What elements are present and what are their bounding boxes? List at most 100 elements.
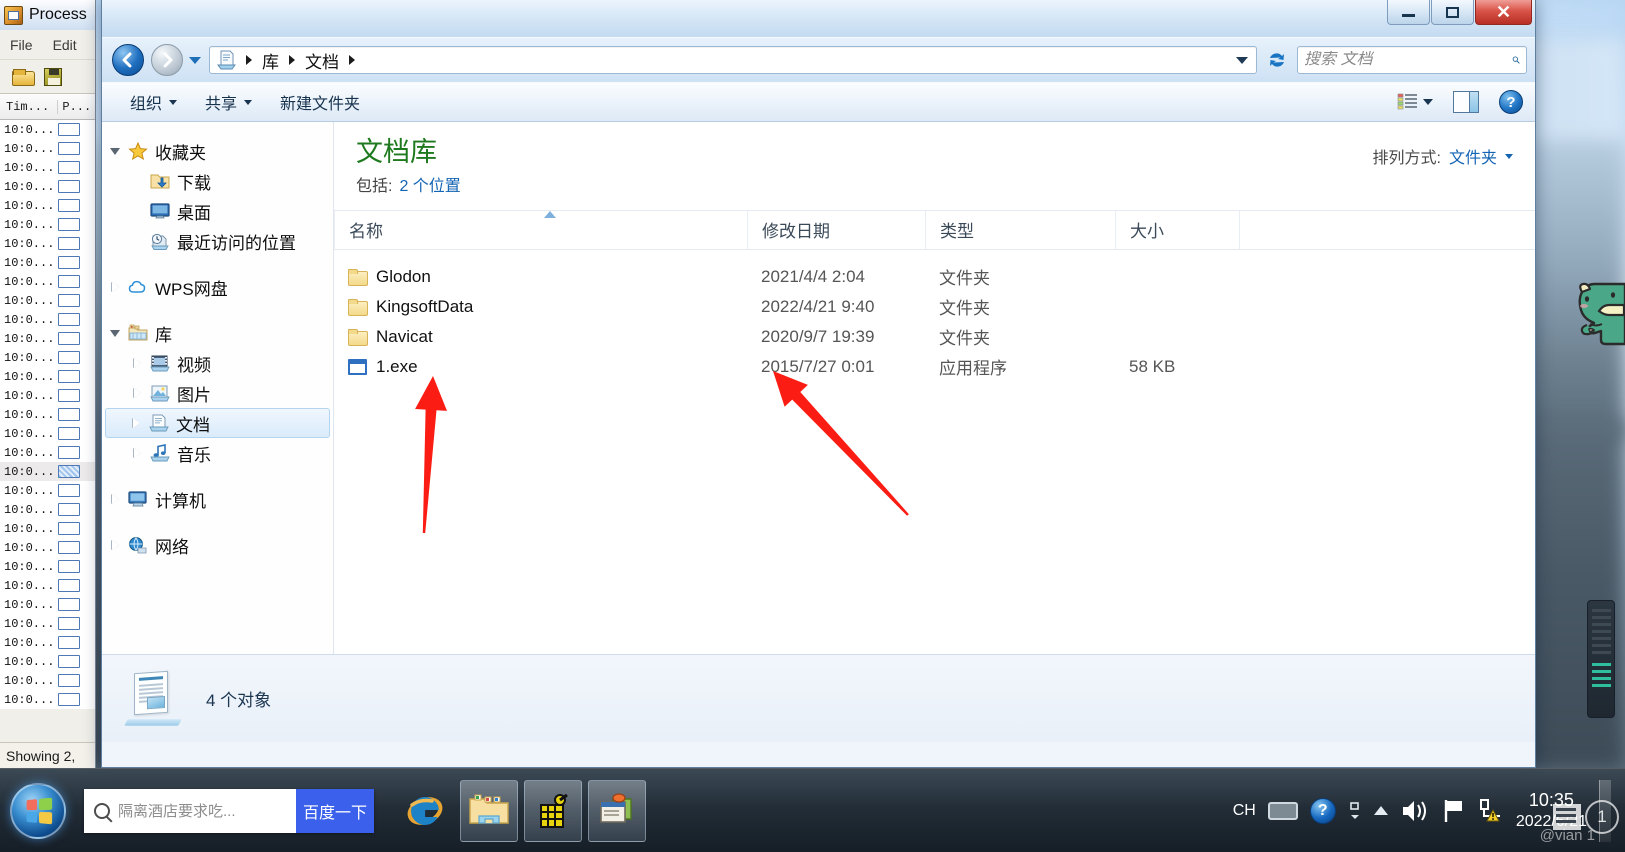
breadcrumb-documents[interactable]: 文档 (302, 48, 342, 73)
window-controls[interactable]: ✕ (1387, 0, 1532, 25)
file-row[interactable]: 1.exe 2015/7/27 0:01 应用程序 58 KB (334, 352, 1535, 382)
sidebar-item-computer[interactable]: 计算机 (102, 484, 333, 514)
baidu-search-input[interactable]: 隔离酒店要求吃... (84, 788, 296, 833)
network-warning-icon[interactable] (1478, 798, 1504, 824)
twisty-expanded-icon[interactable] (110, 328, 121, 339)
sidebar-item-downloads[interactable]: 下载 (102, 166, 333, 196)
volume-icon[interactable] (1400, 798, 1430, 824)
procmon-row[interactable]: 10:0... (0, 120, 95, 139)
procmon-row[interactable]: 10:0... (0, 329, 95, 348)
close-button[interactable]: ✕ (1475, 0, 1532, 25)
baidu-search-button[interactable]: 百度一下 (296, 788, 374, 833)
twisty-collapsed-icon[interactable] (110, 281, 121, 293)
procmon-row[interactable]: 10:0... (0, 158, 95, 177)
procmon-row[interactable]: 10:0... (0, 519, 95, 538)
file-row[interactable]: KingsoftData 2022/4/21 9:40 文件夹 (334, 292, 1535, 322)
procmon-row[interactable]: 10:0... (0, 462, 95, 481)
twisty-expanded-icon[interactable] (110, 146, 121, 157)
procmon-row[interactable]: 10:0... (0, 424, 95, 443)
procmon-row[interactable]: 10:0... (0, 538, 95, 557)
save-icon[interactable] (44, 67, 62, 86)
taskbar-button-grenade-app[interactable] (524, 779, 582, 842)
column-header-date[interactable]: 修改日期 (747, 210, 925, 249)
procmon-row[interactable]: 10:0... (0, 234, 95, 253)
twisty-collapsed-icon[interactable] (131, 417, 142, 429)
procmon-row[interactable]: 10:0... (0, 633, 95, 652)
twisty-collapsed-icon[interactable] (132, 357, 143, 369)
procmon-row[interactable]: 10:0... (0, 671, 95, 690)
minimize-button[interactable] (1387, 0, 1430, 25)
procmon-row[interactable]: 10:0... (0, 595, 95, 614)
procmon-menubar[interactable]: File Edit (0, 30, 95, 60)
windows-explorer-window[interactable]: ✕ 库 文档 搜索 文档 组织 共享 新建文件夹 ? 收藏夹 下载 桌面 最近访… (101, 0, 1536, 768)
share-button[interactable]: 共享 (191, 87, 266, 117)
baidu-search-bar[interactable]: 隔离酒店要求吃... 百度一下 (84, 788, 374, 833)
list-view-icon[interactable] (1397, 92, 1419, 112)
arrange-by-value[interactable]: 文件夹 (1449, 144, 1497, 168)
new-folder-button[interactable]: 新建文件夹 (266, 87, 374, 117)
twisty-collapsed-icon[interactable] (132, 387, 143, 399)
back-button[interactable] (112, 44, 144, 76)
address-history-dropdown-icon[interactable] (1236, 56, 1248, 64)
keyboard-icon[interactable] (1267, 801, 1298, 820)
ime-options-icon[interactable] (1348, 800, 1362, 822)
procmon-toolbar[interactable] (0, 60, 95, 94)
twisty-collapsed-icon[interactable] (132, 447, 143, 459)
help-icon[interactable]: ? (1309, 797, 1336, 824)
column-header-type[interactable]: 类型 (925, 210, 1115, 249)
help-icon[interactable]: ? (1499, 90, 1523, 114)
arrange-by-control[interactable]: 排列方式: 文件夹 (1373, 144, 1513, 168)
column-header-row[interactable]: 名称 修改日期 类型 大小 (334, 209, 1535, 250)
file-row[interactable]: Navicat 2020/9/7 19:39 文件夹 (334, 322, 1535, 352)
twisty-collapsed-icon[interactable] (110, 539, 121, 551)
maximize-button[interactable] (1431, 0, 1474, 25)
procmon-row[interactable]: 10:0... (0, 386, 95, 405)
ime-indicator[interactable]: CH (1233, 802, 1256, 820)
sidebar-item-cloud[interactable]: WPS网盘 (102, 272, 333, 302)
twisty-collapsed-icon[interactable] (110, 493, 121, 505)
process-monitor-window[interactable]: Process File Edit Tim... P... 10:0... 10:… (0, 0, 96, 768)
procmon-row[interactable]: 10:0... (0, 367, 95, 386)
procmon-row[interactable]: 10:0... (0, 139, 95, 158)
menu-edit[interactable]: Edit (53, 37, 77, 53)
taskbar-button-process-monitor[interactable] (588, 779, 646, 842)
navigation-pane[interactable]: 收藏夹 下载 桌面 最近访问的位置 WPS网盘库视频 图片 文档 音乐 计算机 网络 (102, 122, 334, 654)
navigation-bar[interactable]: 库 文档 (102, 38, 1535, 82)
open-folder-icon[interactable] (12, 68, 35, 86)
command-toolbar[interactable]: 组织 共享 新建文件夹 ? (102, 82, 1535, 122)
taskbar-button-internet-explorer[interactable] (396, 780, 454, 842)
action-center-flag-icon[interactable] (1442, 798, 1466, 824)
procmon-row-list[interactable]: 10:0... 10:0... 10:0... 10:0... 10:0... 10:0.… (0, 120, 95, 709)
procmon-row[interactable]: 10:0... (0, 443, 95, 462)
breadcrumb-library[interactable]: 库 (259, 48, 282, 73)
procmon-row[interactable]: 10:0... (0, 215, 95, 234)
procmon-row[interactable]: 10:0... (0, 348, 95, 367)
procmon-row[interactable]: 10:0... (0, 310, 95, 329)
column-header-size[interactable]: 大小 (1115, 210, 1239, 249)
file-list-pane[interactable]: 文档库 包括: 2 个位置 排列方式: 文件夹 名称 修改日期 类型 大小 Gl… (334, 122, 1535, 654)
start-button[interactable] (10, 782, 66, 839)
explorer-titlebar[interactable]: ✕ (102, 0, 1535, 38)
procmon-row[interactable]: 10:0... (0, 253, 95, 272)
file-list[interactable]: Glodon 2021/4/4 2:04 文件夹 KingsoftData 2022/4… (334, 250, 1535, 382)
procmon-row[interactable]: 10:0... (0, 272, 95, 291)
organize-button[interactable]: 组织 (116, 87, 191, 117)
procmon-col-process[interactable]: P... (57, 99, 95, 114)
sidebar-item-network[interactable]: 网络 (102, 530, 333, 560)
procmon-row[interactable]: 10:0... (0, 557, 95, 576)
procmon-row[interactable]: 10:0... (0, 291, 95, 310)
sidebar-item-recent-places[interactable]: 最近访问的位置 (102, 226, 333, 256)
preview-pane-icon[interactable] (1453, 91, 1479, 113)
procmon-row[interactable]: 10:0... (0, 405, 95, 424)
search-box[interactable] (1297, 46, 1527, 74)
sidebar-item-pictures[interactable]: 图片 (102, 378, 333, 408)
show-hidden-icons-icon[interactable] (1373, 806, 1388, 815)
column-header-name[interactable]: 名称 (334, 210, 747, 249)
procmon-row[interactable]: 10:0... (0, 690, 95, 709)
procmon-row[interactable]: 10:0... (0, 652, 95, 671)
file-row[interactable]: Glodon 2021/4/4 2:04 文件夹 (334, 262, 1535, 292)
procmon-row[interactable]: 10:0... (0, 576, 95, 595)
procmon-row[interactable]: 10:0... (0, 196, 95, 215)
address-bar[interactable]: 库 文档 (209, 46, 1257, 74)
taskbar[interactable]: 隔离酒店要求吃... 百度一下 CH ? 10:35 2022/6/21 @vi… (0, 768, 1625, 852)
